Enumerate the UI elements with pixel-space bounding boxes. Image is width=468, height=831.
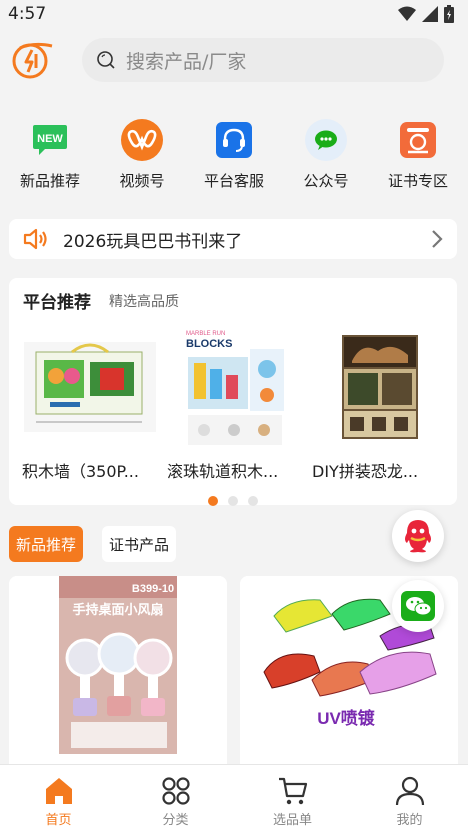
carousel-dot[interactable]: [228, 496, 238, 506]
product-tabs: 新品推荐 证书产品: [9, 526, 176, 562]
battery-icon: [444, 5, 454, 23]
new-badge-icon: NEW: [28, 118, 72, 162]
product-image: B399-10 手持桌面小风扇: [9, 576, 227, 776]
svg-text:UV喷镀: UV喷镀: [317, 708, 376, 728]
notice-bar[interactable]: 2026玩具巴巴书刊来了: [9, 219, 457, 259]
quick-link-video-channel[interactable]: 视频号: [96, 118, 188, 198]
quick-link-official-account[interactable]: 公众号: [280, 118, 372, 198]
tab-certified-products[interactable]: 证书产品: [102, 526, 176, 562]
nav-category[interactable]: 分类: [117, 765, 234, 831]
home-icon: [45, 778, 72, 804]
header: 搜索产品/厂家: [0, 30, 468, 90]
nav-label: 分类: [162, 813, 189, 828]
svg-text:BLOCKS: BLOCKS: [186, 338, 232, 350]
svg-text:NEW: NEW: [37, 133, 63, 145]
search-bar[interactable]: 搜索产品/厂家: [82, 38, 444, 82]
qq-float-button[interactable]: [392, 510, 444, 562]
speaker-icon: [23, 228, 47, 250]
headset-icon: [212, 118, 256, 162]
wechat-icon: [401, 591, 435, 621]
app-logo-icon[interactable]: [10, 40, 56, 80]
product-name: 积木墙（350P...: [22, 462, 139, 481]
tab-new-products[interactable]: 新品推荐: [9, 526, 83, 562]
nav-label: 我的: [396, 813, 423, 828]
quick-link-certificates[interactable]: 证书专区: [372, 118, 464, 198]
product-image: MARBLE RUN BLOCKS: [167, 322, 303, 452]
status-bar: 4:57: [0, 0, 468, 28]
nav-home[interactable]: 首页: [0, 765, 117, 831]
quick-links: NEW 新品推荐 视频号 平台客服 公众号 证书专区: [0, 118, 468, 198]
wifi-icon: [398, 6, 416, 21]
chevron-right-icon: [432, 230, 443, 248]
section-subtitle: 精选高品质: [109, 294, 179, 310]
signal-icon: [422, 6, 438, 22]
nav-label: 首页: [45, 813, 72, 828]
product-image: [312, 322, 448, 452]
nav-selection-list[interactable]: 选品单: [234, 765, 351, 831]
quick-link-label: 视频号: [119, 172, 165, 190]
wechat-icon: [304, 118, 348, 162]
search-icon: [97, 51, 115, 69]
category-icon: [161, 777, 190, 805]
user-icon: [395, 776, 424, 806]
search-placeholder: 搜索产品/厂家: [126, 50, 247, 73]
product-name: DIY拼装恐龙...: [312, 462, 419, 481]
nav-label: 选品单: [272, 813, 312, 828]
carousel-indicator: [9, 496, 457, 506]
svg-text:MARBLE RUN: MARBLE RUN: [186, 331, 225, 337]
product-card[interactable]: DIY拼装恐龙...: [312, 322, 448, 482]
product-card[interactable]: 积木墙（350P...: [22, 322, 158, 482]
quick-link-label: 平台客服: [203, 172, 264, 190]
nav-profile[interactable]: 我的: [351, 765, 468, 831]
quick-link-label: 证书专区: [387, 172, 448, 190]
quick-link-label: 新品推荐: [19, 172, 80, 190]
carousel-dot[interactable]: [248, 496, 258, 506]
quick-link-label: 公众号: [303, 172, 349, 190]
status-time: 4:57: [8, 4, 47, 24]
quick-link-new-products[interactable]: NEW 新品推荐: [4, 118, 96, 198]
notice-text: 2026玩具巴巴书刊来了: [63, 231, 243, 252]
product-card[interactable]: MARBLE RUN BLOCKS 滚珠轨道积木...: [167, 322, 303, 482]
product-name: 滚珠轨道积木...: [167, 462, 279, 481]
qq-icon: [405, 520, 431, 553]
product-image: [22, 322, 158, 452]
svg-text:手持桌面小风扇: 手持桌面小风扇: [72, 602, 163, 617]
cart-icon: [278, 777, 307, 805]
certificate-icon: [396, 118, 440, 162]
wechat-float-button[interactable]: [392, 580, 444, 632]
platform-recommend-section: 平台推荐 精选高品质 积木墙（350P... MARBLE RUN BLOCKS …: [9, 278, 457, 506]
quick-link-customer-service[interactable]: 平台客服: [188, 118, 280, 198]
svg-text:B399-10: B399-10: [132, 583, 174, 595]
bottom-navigation: 首页 分类 选品单 我的: [0, 764, 468, 831]
section-title: 平台推荐: [23, 293, 91, 313]
carousel-dot[interactable]: [208, 496, 218, 506]
product-card[interactable]: B399-10 手持桌面小风扇: [9, 576, 227, 776]
video-channel-icon: [120, 118, 164, 162]
